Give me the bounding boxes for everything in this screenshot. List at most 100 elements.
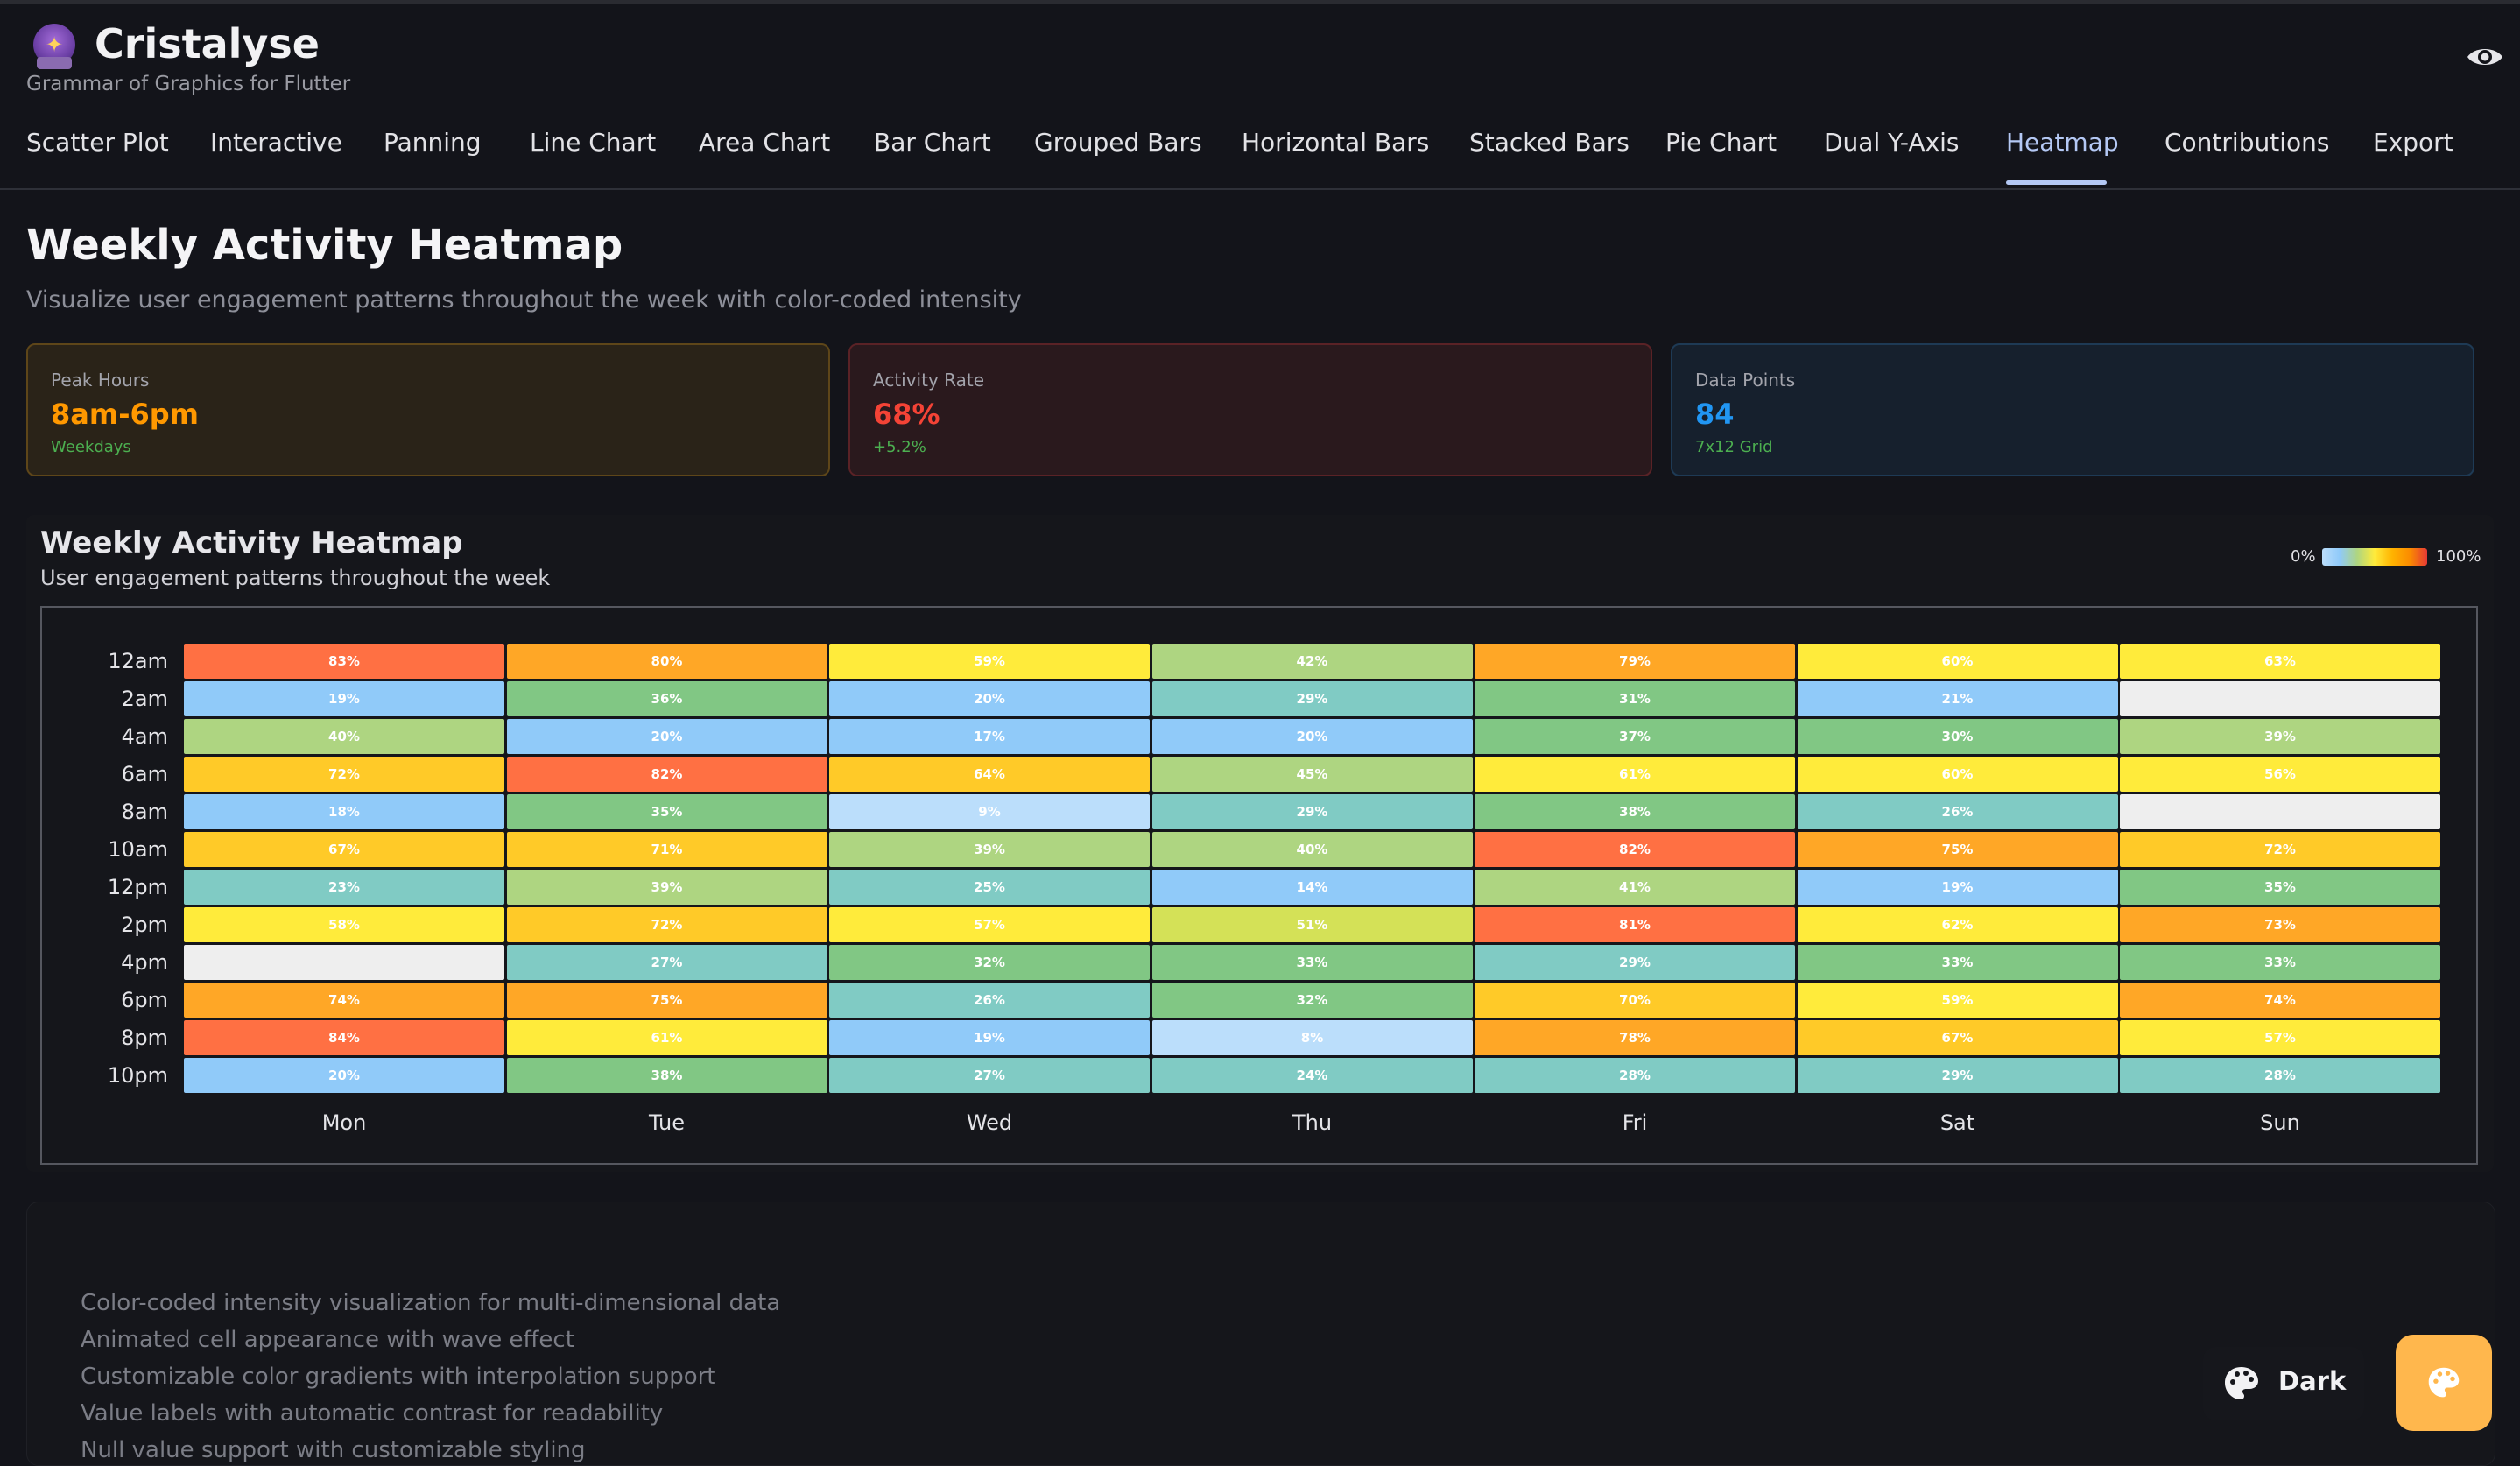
heatmap-cell[interactable]: 67% [1797, 1020, 2118, 1055]
heatmap-cell[interactable]: 19% [829, 1020, 1150, 1055]
heatmap-cell[interactable] [2120, 681, 2440, 716]
tab-panning[interactable]: Panning [384, 128, 482, 157]
heatmap-cell[interactable]: 51% [1151, 907, 1473, 942]
heatmap-cell[interactable]: 14% [1151, 870, 1473, 905]
theme-toggle-button[interactable]: Dark [2203, 1347, 2364, 1420]
heatmap-cell[interactable]: 57% [829, 907, 1150, 942]
heatmap-cell[interactable]: 36% [506, 681, 827, 716]
heatmap-cell[interactable]: 23% [184, 870, 504, 905]
heatmap-cell[interactable]: 37% [1475, 719, 1795, 754]
heatmap-cell[interactable]: 29% [1151, 794, 1473, 829]
heatmap-cell[interactable]: 70% [1475, 983, 1795, 1018]
heatmap-cell[interactable]: 71% [506, 832, 827, 867]
heatmap-cell[interactable]: 18% [184, 794, 504, 829]
tab-export[interactable]: Export [2373, 128, 2453, 157]
tab-stacked-bars[interactable]: Stacked Bars [1469, 128, 1630, 157]
heatmap-cell[interactable]: 79% [1475, 644, 1795, 679]
heatmap-cell[interactable] [184, 945, 504, 980]
heatmap-cell[interactable]: 60% [1797, 757, 2118, 792]
heatmap-cell[interactable]: 40% [1151, 832, 1473, 867]
heatmap-cell[interactable]: 81% [1475, 907, 1795, 942]
heatmap-cell[interactable]: 74% [184, 983, 504, 1018]
heatmap-cell[interactable]: 33% [1797, 945, 2118, 980]
heatmap-cell[interactable]: 28% [1475, 1058, 1795, 1093]
heatmap-cell[interactable]: 8% [1151, 1020, 1473, 1055]
heatmap-cell[interactable]: 60% [1797, 644, 2118, 679]
heatmap-cell[interactable]: 29% [1797, 1058, 2118, 1093]
heatmap-cell[interactable]: 74% [2120, 983, 2440, 1018]
heatmap-cell[interactable]: 27% [506, 945, 827, 980]
heatmap-cell[interactable]: 72% [2120, 832, 2440, 867]
heatmap-cell[interactable]: 17% [829, 719, 1150, 754]
heatmap-cell[interactable]: 26% [1797, 794, 2118, 829]
heatmap-cell[interactable]: 80% [506, 644, 827, 679]
heatmap-cell[interactable]: 83% [184, 644, 504, 679]
heatmap-cell[interactable]: 28% [2120, 1058, 2440, 1093]
tab-pie-chart[interactable]: Pie Chart [1665, 128, 1777, 157]
heatmap-cell[interactable]: 61% [506, 1020, 827, 1055]
heatmap-cell[interactable]: 33% [1151, 945, 1473, 980]
heatmap-cell[interactable]: 63% [2120, 644, 2440, 679]
heatmap-cell[interactable]: 32% [1151, 983, 1473, 1018]
heatmap-cell[interactable]: 67% [184, 832, 504, 867]
tab-interactive[interactable]: Interactive [210, 128, 342, 157]
heatmap-cell[interactable]: 26% [829, 983, 1150, 1018]
tab-line-chart[interactable]: Line Chart [530, 128, 656, 157]
heatmap-cell[interactable]: 30% [1797, 719, 2118, 754]
heatmap-cell[interactable]: 75% [506, 983, 827, 1018]
heatmap-cell[interactable]: 82% [506, 757, 827, 792]
eye-icon[interactable] [2466, 43, 2504, 71]
heatmap-cell[interactable]: 72% [506, 907, 827, 942]
tab-grouped-bars[interactable]: Grouped Bars [1034, 128, 1202, 157]
heatmap-cell[interactable]: 82% [1475, 832, 1795, 867]
heatmap-cell[interactable]: 20% [829, 681, 1150, 716]
heatmap-cell[interactable]: 72% [184, 757, 504, 792]
heatmap-cell[interactable]: 59% [829, 644, 1150, 679]
heatmap-cell[interactable]: 25% [829, 870, 1150, 905]
heatmap-cell[interactable]: 35% [2120, 870, 2440, 905]
tab-contributions[interactable]: Contributions [2165, 128, 2329, 157]
heatmap-cell[interactable]: 9% [829, 794, 1150, 829]
heatmap-cell[interactable]: 40% [184, 719, 504, 754]
heatmap-cell[interactable]: 20% [184, 1058, 504, 1093]
heatmap-cell[interactable]: 20% [1151, 719, 1473, 754]
heatmap-cell[interactable]: 32% [829, 945, 1150, 980]
heatmap-cell[interactable]: 73% [2120, 907, 2440, 942]
heatmap-cell[interactable]: 84% [184, 1020, 504, 1055]
heatmap-cell[interactable]: 75% [1797, 832, 2118, 867]
color-palette-button[interactable] [2396, 1335, 2492, 1431]
heatmap-cell[interactable] [2120, 794, 2440, 829]
heatmap-cell[interactable]: 56% [2120, 757, 2440, 792]
heatmap-cell[interactable]: 35% [506, 794, 827, 829]
heatmap-cell[interactable]: 39% [506, 870, 827, 905]
heatmap-cell[interactable]: 59% [1797, 983, 2118, 1018]
heatmap-cell[interactable]: 38% [506, 1058, 827, 1093]
heatmap-cell[interactable]: 21% [1797, 681, 2118, 716]
tab-dual-y-axis[interactable]: Dual Y-Axis [1824, 128, 1960, 157]
heatmap-cell[interactable]: 78% [1475, 1020, 1795, 1055]
heatmap-cell[interactable]: 42% [1151, 644, 1473, 679]
heatmap-cell[interactable]: 58% [184, 907, 504, 942]
heatmap-cell[interactable]: 31% [1475, 681, 1795, 716]
heatmap-cell[interactable]: 19% [1797, 870, 2118, 905]
heatmap-cell[interactable]: 62% [1797, 907, 2118, 942]
heatmap-cell[interactable]: 45% [1151, 757, 1473, 792]
tab-scatter-plot[interactable]: Scatter Plot [26, 128, 169, 157]
heatmap-cell[interactable]: 20% [506, 719, 827, 754]
heatmap-cell[interactable]: 33% [2120, 945, 2440, 980]
tab-bar-chart[interactable]: Bar Chart [874, 128, 991, 157]
heatmap-cell[interactable]: 27% [829, 1058, 1150, 1093]
heatmap-cell[interactable]: 19% [184, 681, 504, 716]
tab-heatmap[interactable]: Heatmap [2006, 128, 2119, 157]
heatmap-cell[interactable]: 64% [829, 757, 1150, 792]
heatmap-cell[interactable]: 39% [829, 832, 1150, 867]
heatmap-cell[interactable]: 41% [1475, 870, 1795, 905]
heatmap-cell[interactable]: 29% [1151, 681, 1473, 716]
heatmap-cell[interactable]: 39% [2120, 719, 2440, 754]
heatmap-cell[interactable]: 24% [1151, 1058, 1473, 1093]
tab-area-chart[interactable]: Area Chart [699, 128, 830, 157]
heatmap-cell[interactable]: 29% [1475, 945, 1795, 980]
heatmap-cell[interactable]: 61% [1475, 757, 1795, 792]
heatmap-cell[interactable]: 57% [2120, 1020, 2440, 1055]
tab-horizontal-bars[interactable]: Horizontal Bars [1242, 128, 1429, 157]
